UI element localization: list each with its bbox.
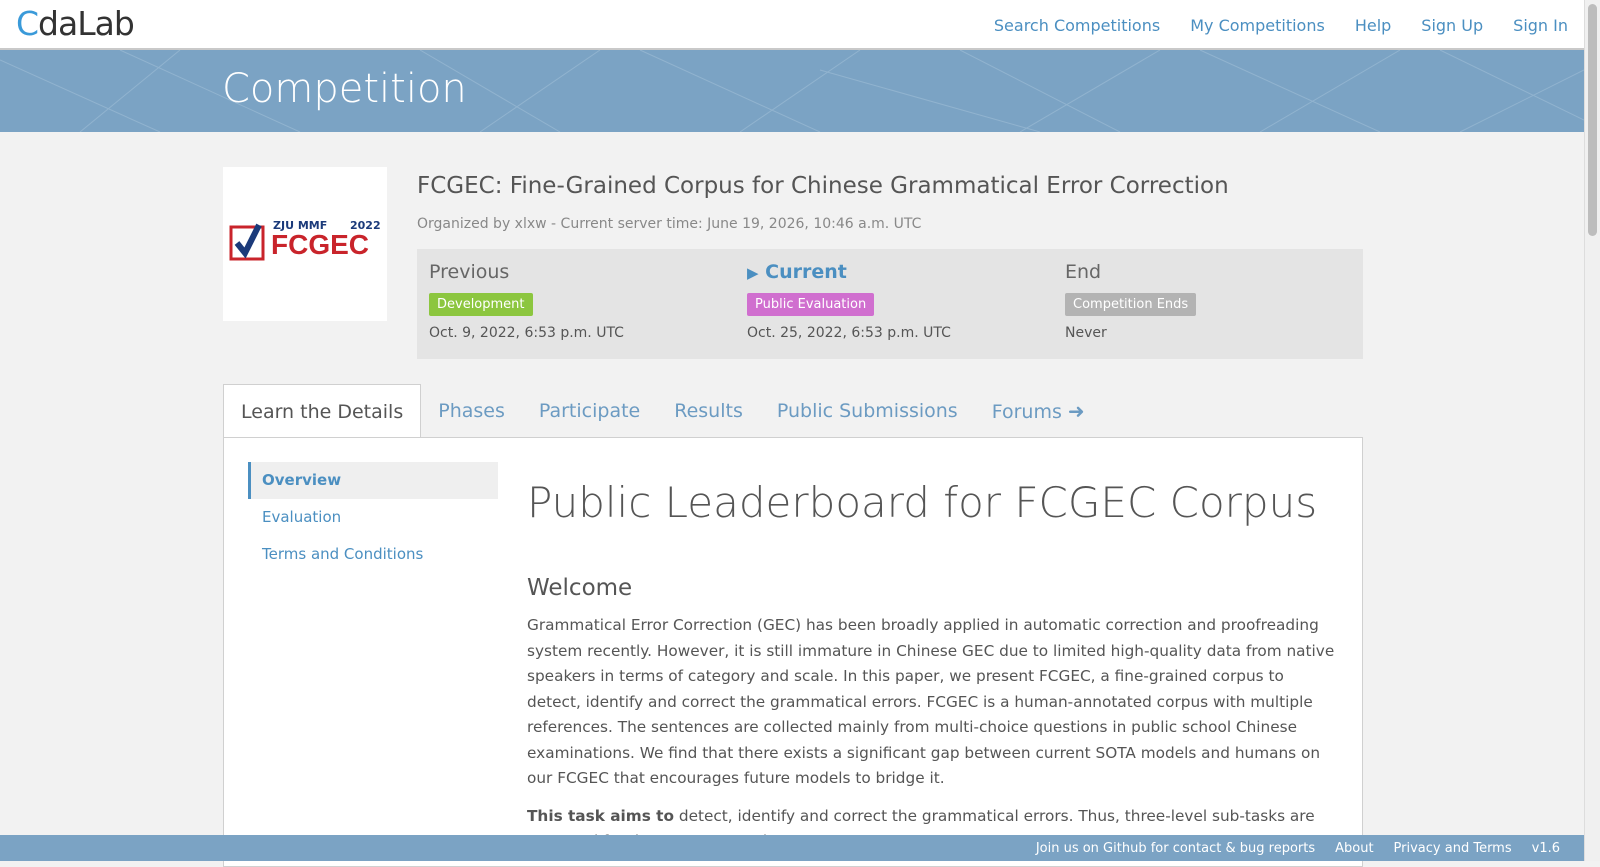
phase-label: ▶ Current	[747, 261, 951, 283]
nav-my-competitions[interactable]: My Competitions	[1190, 16, 1325, 35]
logo-rest: daLab	[38, 4, 135, 43]
phase-date: Never	[1065, 325, 1107, 341]
phase-date: Oct. 9, 2022, 6:53 p.m. UTC	[429, 325, 624, 341]
logo-name: FCGEC	[271, 229, 369, 260]
details-panel: Overview Evaluation Terms and Conditions…	[223, 437, 1363, 867]
nav-help[interactable]: Help	[1355, 16, 1391, 35]
footer-github-link[interactable]: Join us on Github for contact & bug repo…	[1036, 841, 1315, 856]
nav-sign-in[interactable]: Sign In	[1513, 16, 1568, 35]
footer-privacy-link[interactable]: Privacy and Terms	[1394, 841, 1512, 856]
phase-previous: Previous Development Oct. 9, 2022, 6:53 …	[429, 261, 624, 341]
phase-label-text: Current	[765, 261, 847, 283]
phase-end: End Competition Ends Never	[1065, 261, 1197, 341]
footer-about-link[interactable]: About	[1335, 841, 1373, 856]
tab-forums-label: Forums	[991, 401, 1062, 423]
sign-in-icon: ➜	[1067, 399, 1085, 423]
logo-c: C	[16, 4, 39, 43]
side-nav-evaluation[interactable]: Evaluation	[248, 499, 498, 536]
nav-links: Search Competitions My Competitions Help…	[994, 16, 1568, 35]
top-navbar: CdaLab Search Competitions My Competitio…	[0, 0, 1584, 50]
page-footer: Join us on Github for contact & bug repo…	[0, 835, 1584, 861]
side-nav-overview[interactable]: Overview	[248, 462, 498, 499]
competition-tabs: Learn the Details Phases Participate Res…	[223, 384, 1102, 438]
banner-title: Competition	[222, 66, 467, 112]
intro-paragraph: Grammatical Error Correction (GEC) has b…	[527, 616, 1335, 787]
tab-forums[interactable]: Forums ➜	[975, 384, 1102, 437]
overview-content: Public Leaderboard for FCGEC Corpus Welc…	[527, 478, 1337, 855]
page-banner: Competition	[0, 50, 1584, 132]
phase-current: ▶ Current Public Evaluation Oct. 25, 202…	[747, 261, 951, 341]
phase-label: Previous	[429, 261, 510, 283]
task-bold: This task aims to	[527, 806, 674, 825]
phase-badge: Public Evaluation	[747, 293, 875, 316]
codalab-logo[interactable]: CdaLab	[16, 4, 135, 43]
page-scrollbar[interactable]	[1584, 0, 1600, 861]
tab-learn-the-details[interactable]: Learn the Details	[223, 384, 422, 438]
welcome-heading: Welcome	[527, 575, 633, 601]
tab-public-submissions[interactable]: Public Submissions	[760, 384, 975, 437]
phases-timeline: Previous Development Oct. 9, 2022, 6:53 …	[417, 249, 1363, 359]
tab-phases[interactable]: Phases	[421, 384, 522, 437]
tab-results[interactable]: Results	[657, 384, 760, 437]
footer-version: v1.6	[1531, 840, 1560, 856]
competition-logo: ZJU MMF 2022 FCGEC	[223, 167, 387, 321]
tab-participate[interactable]: Participate	[522, 384, 657, 437]
side-nav-terms[interactable]: Terms and Conditions	[248, 536, 498, 573]
phase-badge: Development	[429, 293, 533, 316]
organizer-info: Organized by xlxw - Current server time:…	[417, 216, 922, 232]
details-side-nav: Overview Evaluation Terms and Conditions	[248, 462, 498, 573]
nav-sign-up[interactable]: Sign Up	[1421, 16, 1483, 35]
phase-badge: Competition Ends	[1065, 293, 1197, 316]
play-icon: ▶	[747, 264, 759, 282]
scrollbar-thumb[interactable]	[1588, 4, 1597, 236]
phase-label: End	[1065, 261, 1102, 283]
nav-search-competitions[interactable]: Search Competitions	[994, 16, 1160, 35]
competition-title: FCGEC: Fine-Grained Corpus for Chinese G…	[417, 173, 1229, 199]
phase-date: Oct. 25, 2022, 6:53 p.m. UTC	[747, 325, 951, 341]
content-heading: Public Leaderboard for FCGEC Corpus	[527, 478, 1318, 527]
